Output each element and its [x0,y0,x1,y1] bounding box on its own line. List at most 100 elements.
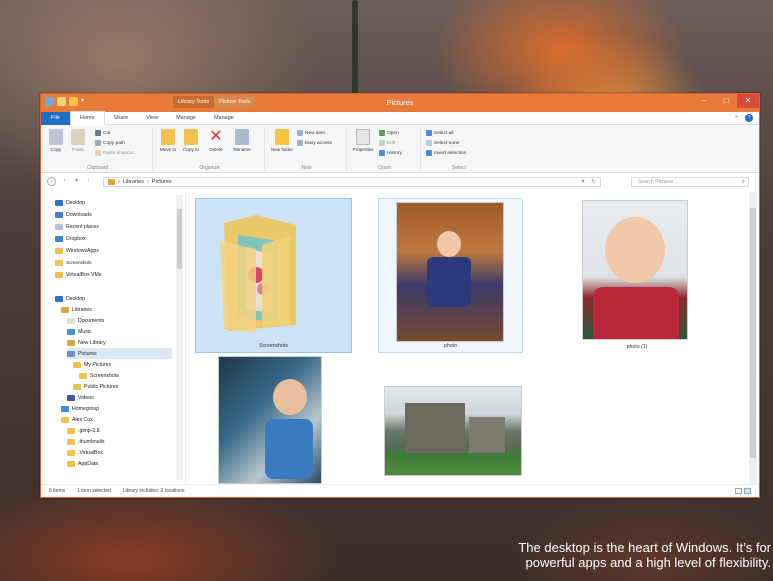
scrollbar-thumb[interactable] [177,209,182,269]
tree-item-gimp[interactable]: .gimp-2.8 [67,425,100,436]
refresh-icon[interactable]: ↻ [587,179,600,185]
item-photo-1[interactable]: photo (1) [572,198,702,353]
tree-item-pictures[interactable]: Pictures [67,348,172,359]
paste-shortcut-label: Paste shortcut [103,150,134,156]
tree-label: .gimp-2.8 [78,427,100,434]
new-folder-button[interactable]: New folder [271,129,293,152]
tree-item-appdata[interactable]: AppData [67,458,98,469]
tree-item-new-library[interactable]: New Library [67,337,106,348]
sidebar-item-dropbox[interactable]: Dropbox [55,233,86,244]
content-scrollbar[interactable] [749,192,757,485]
select-all-button[interactable]: Select all [426,130,453,136]
folder-icon [73,361,81,368]
paste-shortcut-button[interactable]: Paste shortcut [95,150,134,156]
open-button[interactable]: Open [379,130,399,136]
open-label: Open [387,130,399,136]
delete-x-icon: ✕ [209,128,223,145]
edit-button[interactable]: Edit [379,140,395,146]
sidebar-label: Recent places [66,223,99,230]
rename-button[interactable]: Rename [233,129,251,152]
item-name: photo (1) [626,344,648,350]
help-icon[interactable]: ? [745,114,753,122]
item-screenshots-folder[interactable]: Screenshots [195,198,352,353]
copy-button[interactable]: Copy [47,129,65,152]
sidebar-item-screenshots[interactable]: Screenshots [55,257,92,268]
breadcrumb[interactable]: › Libraries › Pictures ▾ ↻ [103,177,601,187]
invert-selection-button[interactable]: Invert selection [426,150,466,156]
copy-to-button[interactable]: Copy to [182,129,200,152]
libraries-icon [108,179,115,185]
new-item-icon [297,130,303,136]
search-icon[interactable]: ⌕ [742,178,745,187]
select-none-button[interactable]: Select none [426,140,459,146]
collapse-ribbon-icon[interactable]: ⌃ [734,115,739,122]
caption-line-1: The desktop is the heart of Windows. It’… [518,540,771,555]
details-view-icon[interactable] [735,488,742,494]
photo-thumbnail [396,202,504,342]
sidebar-item-virtualbox-vms[interactable]: VirtualBox VMs [55,269,101,280]
desktop-icon [55,199,63,206]
history-button[interactable]: History [379,150,402,156]
properties-button[interactable]: Properties [351,129,375,152]
copy-path-button[interactable]: Copy path [95,140,125,146]
large-icons-view-icon[interactable] [744,488,751,494]
pictures-icon [67,350,75,357]
new-item-button[interactable]: New item [297,130,325,136]
cut-label: Cut [103,130,111,136]
tree-item-videos[interactable]: Videos [67,392,94,403]
breadcrumb-libraries[interactable]: Libraries [123,179,144,185]
sidebar-item-windowsapps[interactable]: WindowsApps [55,245,99,256]
item-photo-3[interactable] [378,382,528,482]
back-arrow-icon[interactable]: ‹ [47,177,56,186]
search-input[interactable]: Search Pictures ⌕ [631,177,749,187]
ribbon: Copy Paste Cut Copy path Paste shortcut … [41,125,759,173]
sidebar-item-recent-places[interactable]: Recent places [55,221,99,232]
delete-button[interactable]: ✕ Delete [207,128,225,153]
homegroup-icon [61,405,69,412]
properties-check-icon [356,129,370,145]
maximize-button[interactable]: □ [715,94,737,108]
cut-button[interactable]: Cut [95,130,110,136]
tree-item-thumbnails[interactable]: .thumbnails [67,436,105,447]
recent-chevron-icon[interactable]: ▾ [72,177,81,186]
tab-manage-library[interactable]: Manage [167,112,205,125]
tree-item-my-pictures[interactable]: My Pictures [73,359,111,370]
sidebar-item-desktop[interactable]: Desktop [55,197,85,208]
copy-to-label: Copy to [183,147,199,152]
tree-item-homegroup[interactable]: Homegroup [61,403,99,414]
up-arrow-icon[interactable]: ↑ [84,177,93,186]
tree-item-virtualbox[interactable]: .VirtualBox [67,447,103,458]
item-count: 5 items [49,488,66,494]
copy-icon [49,129,63,145]
tree-item-documents[interactable]: Documents [67,315,104,326]
tab-share[interactable]: Share [105,112,138,125]
tree-item-public-pictures[interactable]: Public Pictures [73,381,118,392]
address-dropdown-icon[interactable]: ▾ [582,179,585,185]
item-photo-2[interactable] [208,354,328,485]
tree-label: Homegroup [72,405,100,412]
tree-item-libraries[interactable]: Libraries [61,304,92,315]
tree-label: New Library [78,339,106,346]
paste-button[interactable]: Paste [69,129,87,152]
sidebar-item-downloads[interactable]: Downloads [55,209,92,220]
navigation-scrollbar[interactable] [176,195,183,480]
breadcrumb-pictures[interactable]: Pictures [152,179,172,185]
forward-arrow-icon[interactable]: › [60,177,69,186]
tab-manage-picture[interactable]: Manage [205,112,243,125]
item-photo[interactable]: photo [378,198,523,353]
tree-item-music[interactable]: Music [67,326,92,337]
scrollbar-thumb[interactable] [750,208,756,458]
tree-item-screenshots[interactable]: Screenshots [79,370,119,381]
tab-file[interactable]: File [41,111,70,125]
tab-home[interactable]: Home [69,111,105,125]
photo-3-thumbnail [384,386,522,476]
tree-item-desktop[interactable]: Desktop [55,293,85,304]
move-to-button[interactable]: Move to [159,129,177,152]
minimize-button[interactable]: – [693,94,715,108]
easy-access-button[interactable]: Easy access [297,140,332,146]
folder-icon [55,247,63,254]
close-button[interactable]: ✕ [737,94,759,108]
sidebar-label: Dropbox [66,235,86,242]
tree-item-alex-cox[interactable]: Alex Cox [61,414,93,425]
tab-view[interactable]: View [137,112,167,125]
